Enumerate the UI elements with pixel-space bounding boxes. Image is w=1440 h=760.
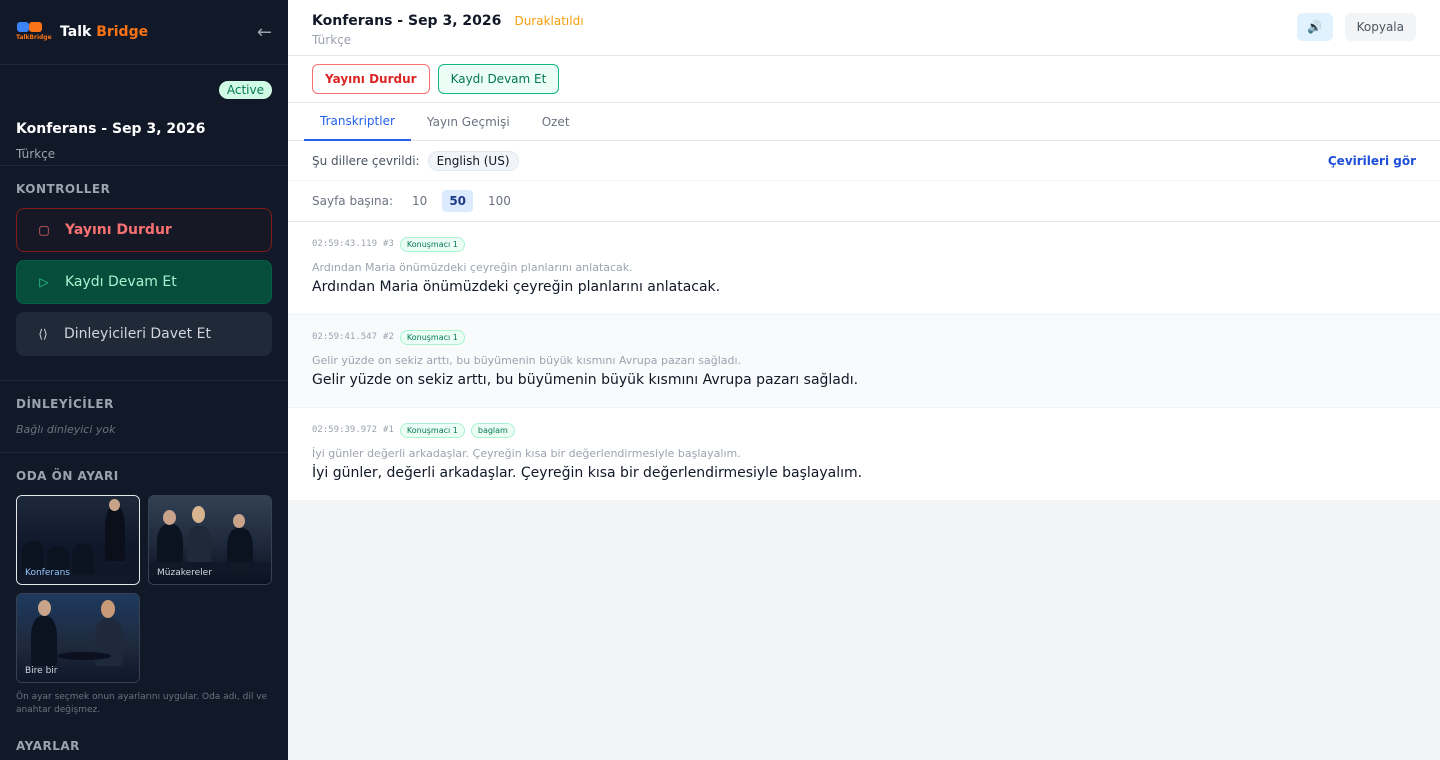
stop-icon: ▢ [38, 223, 50, 237]
brand-name: Talk Bridge [60, 24, 149, 40]
listeners-heading: DİNLEYİCİLER [16, 397, 114, 411]
talkbridge-logo: TalkBridge [16, 19, 52, 45]
original-text: Gelir yüzde on sekiz arttı, bu büyümenin… [312, 354, 742, 367]
presets-heading: ODA ÖN AYARI [16, 469, 119, 483]
play-icon: ▷ [39, 275, 49, 289]
resume-recording-action[interactable]: Kaydı Devam Et [437, 64, 560, 94]
transcript-list: 02:59:43.119 #3 Konuşmacı 1 Ardından Mar… [288, 222, 1440, 501]
tab-broadcast-history[interactable]: Yayın Geçmişi [411, 103, 526, 141]
tab-bar: Transkriptler Yayın Geçmişi Ozet [288, 103, 1440, 141]
original-text: İyi günler değerli arkadaşlar. Çeyreğin … [312, 447, 741, 460]
presets-section: ODA ÖN AYARI Konferans Müzakereler Bire … [0, 453, 288, 717]
resume-recording-button[interactable]: ▷ Kaydı Devam Et [16, 260, 272, 304]
speaker-tag: Konuşmacı 1 [399, 422, 465, 438]
timestamp: 02:59:43.119 [312, 239, 378, 249]
speaker-tag: Konuşmacı 1 [399, 236, 465, 252]
sidebar: TalkBridge Talk Bridge ← Active Konferan… [0, 0, 288, 760]
page-size-label: Sayfa başına: [312, 194, 394, 208]
preset-muzakereler[interactable]: Müzakereler [148, 495, 272, 585]
original-text: Ardından Maria önümüzdeki çeyreğin planl… [312, 261, 633, 274]
transcript-entry: 02:59:39.972 #1 Konuşmacı 1 baglam İyi g… [288, 408, 1440, 501]
room-card: Active Konferans - Sep 3, 2026 Türkçe [0, 65, 288, 166]
settings-heading: AYARLAR [16, 739, 80, 753]
translations-label: Şu dillere çevrildi: [312, 153, 420, 168]
collapse-sidebar-icon[interactable]: ← [257, 22, 272, 43]
action-bar: Yayını Durdur Kaydı Devam Et [288, 56, 1440, 103]
status-badge: Active [218, 81, 272, 99]
sequence-number: #2 [383, 332, 394, 342]
share-icon: ⟨⟩ [38, 327, 48, 341]
preset-hint: Ön ayar seçmek onun ayarlarını uygular. … [16, 692, 268, 715]
sequence-number: #3 [383, 239, 394, 249]
speaker-icon: 🔊 [1307, 20, 1323, 34]
preset-bire-bir[interactable]: Bire bir [16, 593, 140, 683]
language-chip[interactable]: English (US) [427, 150, 519, 171]
listeners-section: DİNLEYİCİLER Bağlı dinleyici yok [0, 381, 288, 453]
context-tag: baglam [470, 422, 515, 438]
invite-listeners-button[interactable]: ⟨⟩ Dinleyicileri Davet Et [16, 312, 272, 356]
brand-header: TalkBridge Talk Bridge ← [0, 0, 288, 65]
timestamp: 02:59:41.547 [312, 332, 378, 342]
page-title: Konferans - Sep 3, 2026 [312, 13, 502, 29]
room-title: Konferans - Sep 3, 2026 [16, 121, 206, 137]
transcript-text: Ardından Maria önümüzdeki çeyreğin planl… [312, 279, 721, 295]
stop-broadcast-action[interactable]: Yayını Durdur [312, 64, 430, 94]
room-language: Türkçe [16, 147, 56, 161]
translations-bar: Şu dillere çevrildi: English (US) Çeviri… [288, 141, 1440, 181]
page-size-100[interactable]: 100 [481, 190, 518, 212]
tab-summary[interactable]: Ozet [526, 103, 586, 141]
speaker-button[interactable]: 🔊 [1296, 13, 1333, 41]
transcript-entry: 02:59:41.547 #2 Konuşmacı 1 Gelir yüzde … [288, 315, 1440, 408]
copy-button[interactable]: Kopyala [1344, 13, 1416, 41]
view-translations-link[interactable]: Çevirileri gör [1328, 154, 1416, 168]
tab-transcripts[interactable]: Transkriptler [304, 103, 411, 141]
controls-heading: KONTROLLER [16, 182, 111, 196]
page-size-10[interactable]: 10 [405, 190, 434, 212]
stop-broadcast-button[interactable]: ▢ Yayını Durdur [16, 208, 272, 252]
top-bar: Konferans - Sep 3, 2026 Duraklatıldı Tür… [288, 0, 1440, 56]
controls-section: KONTROLLER ▢ Yayını Durdur ▷ Kaydı Devam… [0, 166, 288, 381]
empty-area [288, 500, 1440, 760]
transcript-text: İyi günler, değerli arkadaşlar. Çeyreğin… [312, 465, 863, 481]
page-language: Türkçe [312, 33, 352, 47]
transcript-text: Gelir yüzde on sekiz arttı, bu büyümenin… [312, 372, 859, 388]
transcript-entry: 02:59:43.119 #3 Konuşmacı 1 Ardından Mar… [288, 222, 1440, 315]
speaker-tag: Konuşmacı 1 [399, 329, 465, 345]
page-size-50[interactable]: 50 [442, 190, 474, 212]
page-size-bar: Sayfa başına: 10 50 100 [288, 181, 1440, 222]
no-listeners-note: Bağlı dinleyici yok [16, 423, 116, 436]
sequence-number: #1 [383, 425, 394, 435]
main-panel: Konferans - Sep 3, 2026 Duraklatıldı Tür… [288, 0, 1440, 760]
paused-status: Duraklatıldı [514, 14, 584, 28]
preset-konferans[interactable]: Konferans [16, 495, 140, 585]
timestamp: 02:59:39.972 [312, 425, 378, 435]
